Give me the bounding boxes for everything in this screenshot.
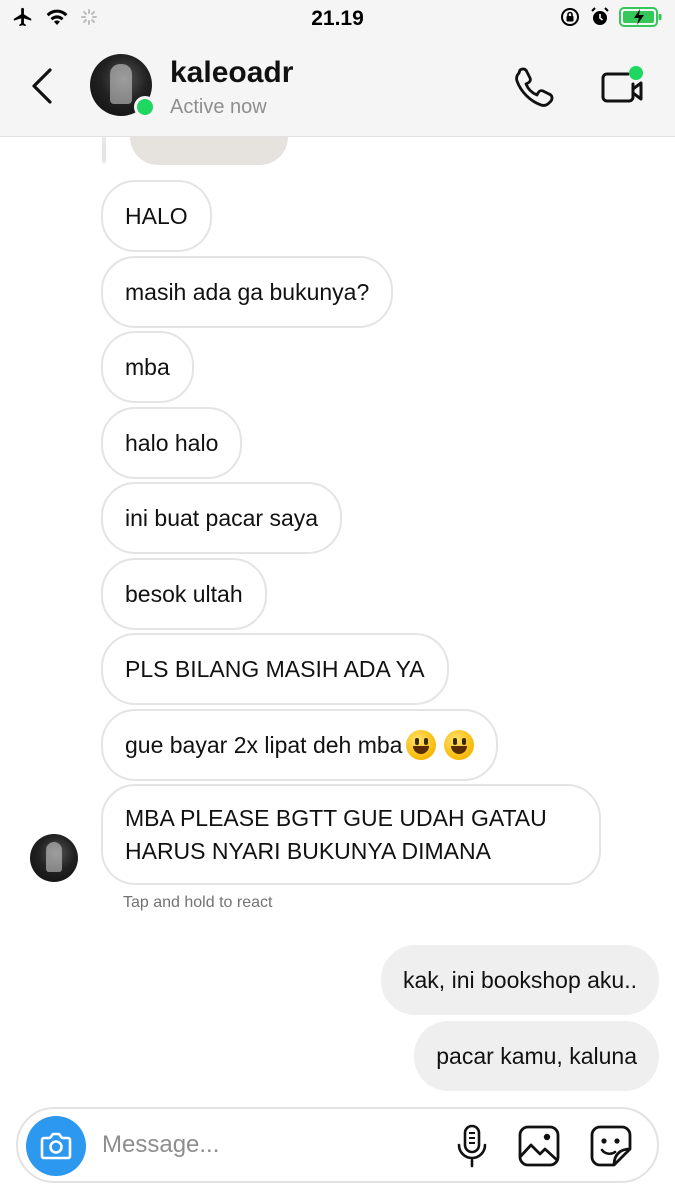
message-text: masih ada ga bukunya?: [125, 278, 370, 305]
incoming-message[interactable]: MBA PLEASE BGTT GUE UDAH GATAU HARUS NYA…: [101, 784, 601, 885]
message-text: halo halo: [125, 429, 219, 456]
message-composer: [16, 1107, 659, 1183]
incoming-message[interactable]: masih ada ga bukunya?: [101, 256, 394, 328]
incoming-message[interactable]: mba: [101, 331, 194, 403]
video-call-icon[interactable]: [598, 64, 648, 110]
message-thread[interactable]: HALO masih ada ga bukunya? mba halo halo…: [0, 137, 675, 1102]
gallery-icon[interactable]: [516, 1123, 562, 1169]
camera-icon: [40, 1132, 72, 1160]
status-bar: 21.19: [0, 0, 675, 36]
incoming-message[interactable]: halo halo: [101, 407, 243, 479]
incoming-message[interactable]: PLS BILANG MASIH ADA YA: [101, 633, 449, 705]
message-text: besok ultah: [125, 580, 243, 607]
back-icon[interactable]: [26, 64, 62, 108]
username[interactable]: kaleoadr: [170, 56, 293, 90]
orientation-lock-icon: [561, 8, 579, 26]
incoming-message[interactable]: besok ultah: [101, 558, 267, 630]
message-text: gue bayar 2x lipat deh mba: [125, 731, 403, 758]
message-text: MBA PLEASE BGTT GUE UDAH GATAU HARUS NYA…: [125, 805, 547, 864]
message-text: kak, ini bookshop aku..: [403, 966, 637, 993]
sticker-icon[interactable]: [588, 1123, 634, 1169]
chat-header: kaleoadr Active now: [0, 44, 675, 136]
message-text: PLS BILANG MASIH ADA YA: [125, 655, 425, 682]
alarm-icon: [591, 7, 609, 25]
message-text: mba: [125, 353, 170, 380]
camera-button[interactable]: [26, 1116, 86, 1176]
grinning-emoji: [444, 730, 475, 760]
top-bar: 21.19 kaleoadr Active now: [0, 0, 675, 137]
outgoing-message[interactable]: kak, ini bookshop aku..: [381, 945, 659, 1015]
incoming-message[interactable]: gue bayar 2x lipat deh mba: [101, 709, 499, 781]
message-input[interactable]: [102, 1127, 422, 1163]
profile-avatar[interactable]: [90, 54, 156, 120]
activity-status: Active now: [170, 96, 267, 118]
incoming-message[interactable]: ini buat pacar saya: [101, 482, 343, 554]
outgoing-message[interactable]: pacar kamu, kaluna: [414, 1021, 659, 1091]
grinning-emoji: [406, 730, 437, 760]
react-hint: Tap and hold to react: [123, 894, 273, 911]
home-indicator: [0, 1192, 675, 1200]
battery-charging-icon: [619, 7, 662, 27]
reply-line: [102, 137, 106, 163]
online-indicator: [134, 96, 156, 118]
sender-avatar[interactable]: [30, 834, 78, 882]
phone-icon[interactable]: [512, 64, 558, 110]
message-text: ini buat pacar saya: [125, 504, 319, 531]
microphone-icon[interactable]: [452, 1123, 492, 1169]
message-text: pacar kamu, kaluna: [436, 1042, 637, 1069]
message-text: HALO: [125, 202, 188, 229]
incoming-message[interactable]: HALO: [101, 180, 212, 252]
previous-media-bubble[interactable]: [130, 137, 288, 165]
